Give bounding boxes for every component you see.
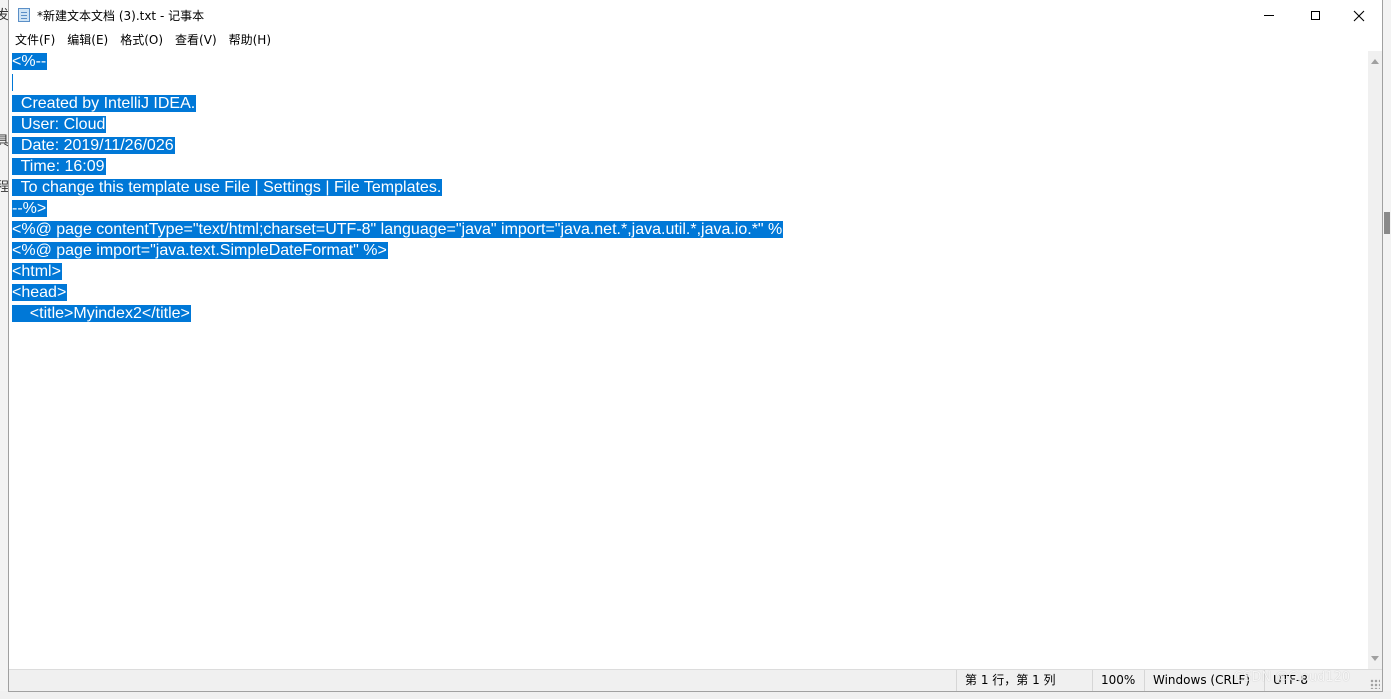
minimize-icon <box>1264 15 1274 16</box>
minimize-button[interactable] <box>1246 0 1292 31</box>
text-line: --%> <box>12 198 48 219</box>
selected-text: <%@ page contentType="text/html;charset=… <box>12 221 784 238</box>
selected-text: <head> <box>12 284 68 301</box>
text-line: Date: 2019/11/26/026 <box>12 135 175 156</box>
text-line: <title>Myindex2</title> <box>12 303 191 324</box>
scroll-down-icon[interactable] <box>1371 656 1379 661</box>
maximize-button[interactable] <box>1292 0 1338 31</box>
text-line <box>12 72 13 93</box>
selected-text: <%-- <box>12 53 48 70</box>
window-title: *新建文本文档 (3).txt - 记事本 <box>37 9 205 23</box>
menu-bar: 文件(F) 编辑(E) 格式(O) 查看(V) 帮助(H) <box>9 31 1382 50</box>
selected-text: To change this template use File | Setti… <box>12 179 443 196</box>
text-line: User: Cloud <box>12 114 107 135</box>
text-line: To change this template use File | Setti… <box>12 177 443 198</box>
background-window-left: 发 具 程 <box>0 0 9 699</box>
selected-text <box>12 74 13 91</box>
watermark: CSDN @Cloud120 <box>1234 670 1351 685</box>
menu-file[interactable]: 文件(F) <box>9 31 61 50</box>
text-line: <html> <box>12 261 62 282</box>
selected-text: --%> <box>12 200 48 217</box>
close-button[interactable] <box>1336 0 1382 31</box>
background-window-bottom <box>0 691 1391 699</box>
background-fragment: 发 <box>0 8 9 23</box>
background-scrollbar <box>1384 212 1390 234</box>
zoom-level: 100% <box>1092 670 1144 691</box>
maximize-icon <box>1310 11 1320 20</box>
text-editor[interactable]: <%-- Created by IntelliJ IDEA. User: Clo… <box>9 51 1368 669</box>
text-line: Time: 16:09 <box>12 156 106 177</box>
menu-help[interactable]: 帮助(H) <box>223 31 277 50</box>
text-line: <%-- <box>12 51 48 72</box>
text-line: <%@ page contentType="text/html;charset=… <box>12 219 784 240</box>
text-line: <head> <box>12 282 68 303</box>
menu-view[interactable]: 查看(V) <box>169 31 223 50</box>
close-icon <box>1353 10 1365 21</box>
menu-format[interactable]: 格式(O) <box>114 31 169 50</box>
selected-text: Created by IntelliJ IDEA. <box>12 95 197 112</box>
selected-text: <html> <box>12 263 62 280</box>
selected-text: User: Cloud <box>12 116 107 133</box>
selected-text: <%@ page import="java.text.SimpleDateFor… <box>12 242 388 259</box>
status-bar: 第 1 行，第 1 列 100% Windows (CRLF) UTF-8 <box>9 669 1382 691</box>
resize-grip-icon[interactable] <box>1370 679 1380 689</box>
background-window-right <box>1382 0 1391 699</box>
title-bar[interactable]: *新建文本文档 (3).txt - 记事本 <box>9 0 1382 31</box>
selected-text: <title>Myindex2</title> <box>12 305 191 322</box>
vertical-scrollbar[interactable] <box>1368 51 1382 669</box>
background-fragment: 程 <box>0 180 9 195</box>
menu-edit[interactable]: 编辑(E) <box>61 31 114 50</box>
text-line: <%@ page import="java.text.SimpleDateFor… <box>12 240 388 261</box>
text-line: Created by IntelliJ IDEA. <box>12 93 197 114</box>
notepad-window: *新建文本文档 (3).txt - 记事本 文件(F) 编辑(E) 格式(O) … <box>9 0 1382 691</box>
selected-text: Date: 2019/11/26/026 <box>12 137 175 154</box>
scroll-up-icon[interactable] <box>1371 59 1379 64</box>
selected-text: Time: 16:09 <box>12 158 106 175</box>
notepad-icon[interactable] <box>18 8 30 22</box>
background-fragment: 具 <box>0 134 9 149</box>
cursor-position: 第 1 行，第 1 列 <box>956 670 1092 691</box>
